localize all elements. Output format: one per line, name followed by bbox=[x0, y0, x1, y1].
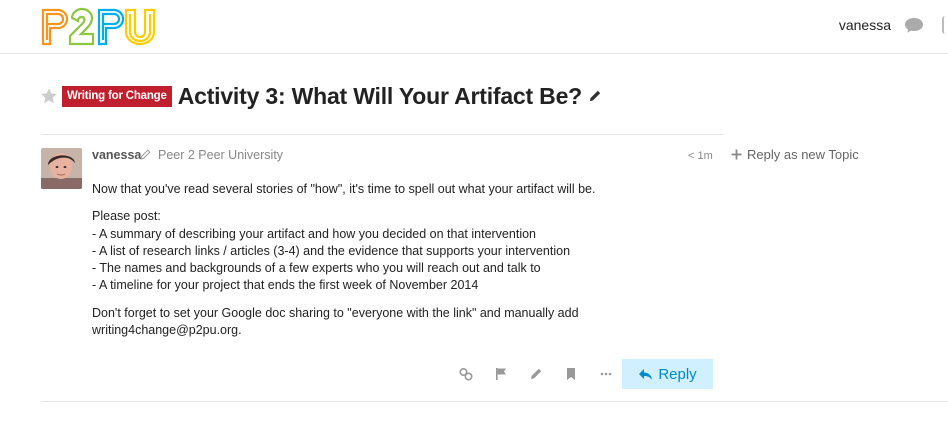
chat-bubble-icon[interactable] bbox=[904, 16, 924, 34]
reply-button-label: Reply bbox=[658, 365, 697, 383]
post-date[interactable]: < 1m bbox=[688, 150, 713, 162]
bookmark-icon bbox=[566, 368, 575, 380]
post-closing-email: writing4change@p2pu.org. bbox=[92, 323, 242, 338]
reply-as-new-topic-label: Reply as new Topic bbox=[747, 147, 859, 162]
pencil-icon bbox=[140, 149, 151, 160]
poster-username[interactable]: vanessa bbox=[92, 148, 141, 162]
star-icon[interactable] bbox=[40, 87, 58, 105]
header-menu-edge-icon[interactable] bbox=[942, 16, 948, 34]
post-list-intro: Please post: bbox=[92, 209, 161, 224]
share-link-button[interactable] bbox=[448, 359, 483, 389]
post-paragraph: Don't forget to set your Google doc shar… bbox=[92, 305, 692, 340]
pencil-icon[interactable] bbox=[588, 89, 602, 103]
reply-button[interactable]: Reply bbox=[622, 359, 713, 389]
topic-title-row: Writing for Change Activity 3: What Will… bbox=[40, 80, 602, 112]
bookmark-button[interactable] bbox=[553, 359, 588, 389]
reply-arrow-icon bbox=[639, 368, 653, 380]
post-paragraph: Now that you've read several stories of … bbox=[92, 182, 596, 196]
post-actions bbox=[448, 359, 623, 389]
list-item: - The names and backgrounds of a few exp… bbox=[92, 261, 541, 276]
flag-icon bbox=[495, 368, 506, 380]
post-closing-line: Don't forget to set your Google doc shar… bbox=[92, 305, 579, 320]
more-button[interactable] bbox=[588, 359, 623, 389]
site-header: vanessa bbox=[0, 0, 948, 54]
pencil-icon bbox=[530, 368, 541, 379]
list-item: - A list of research links / articles (3… bbox=[92, 243, 571, 258]
header-username[interactable]: vanessa bbox=[839, 17, 891, 33]
post-list: Please post: - A summary of describing y… bbox=[92, 208, 692, 294]
poster-group[interactable]: Peer 2 Peer University bbox=[158, 148, 283, 162]
edit-button[interactable] bbox=[518, 359, 553, 389]
topic-title: Activity 3: What Will Your Artifact Be? bbox=[177, 82, 583, 109]
avatar[interactable] bbox=[41, 148, 82, 189]
list-item: - A timeline for your project that ends … bbox=[92, 278, 479, 293]
p2pu-logo[interactable] bbox=[40, 4, 158, 48]
plus-icon bbox=[731, 149, 742, 160]
link-icon bbox=[458, 367, 473, 381]
category-badge[interactable]: Writing for Change bbox=[62, 85, 172, 107]
reply-as-new-topic-link[interactable]: Reply as new Topic bbox=[731, 147, 859, 162]
flag-button[interactable] bbox=[483, 359, 518, 389]
more-icon bbox=[600, 372, 611, 376]
post-body: Now that you've read several stories of … bbox=[92, 181, 692, 349]
post-divider-bottom bbox=[41, 401, 948, 402]
post-divider-top bbox=[41, 134, 723, 135]
list-item: - A summary of describing your artifact … bbox=[92, 226, 536, 241]
